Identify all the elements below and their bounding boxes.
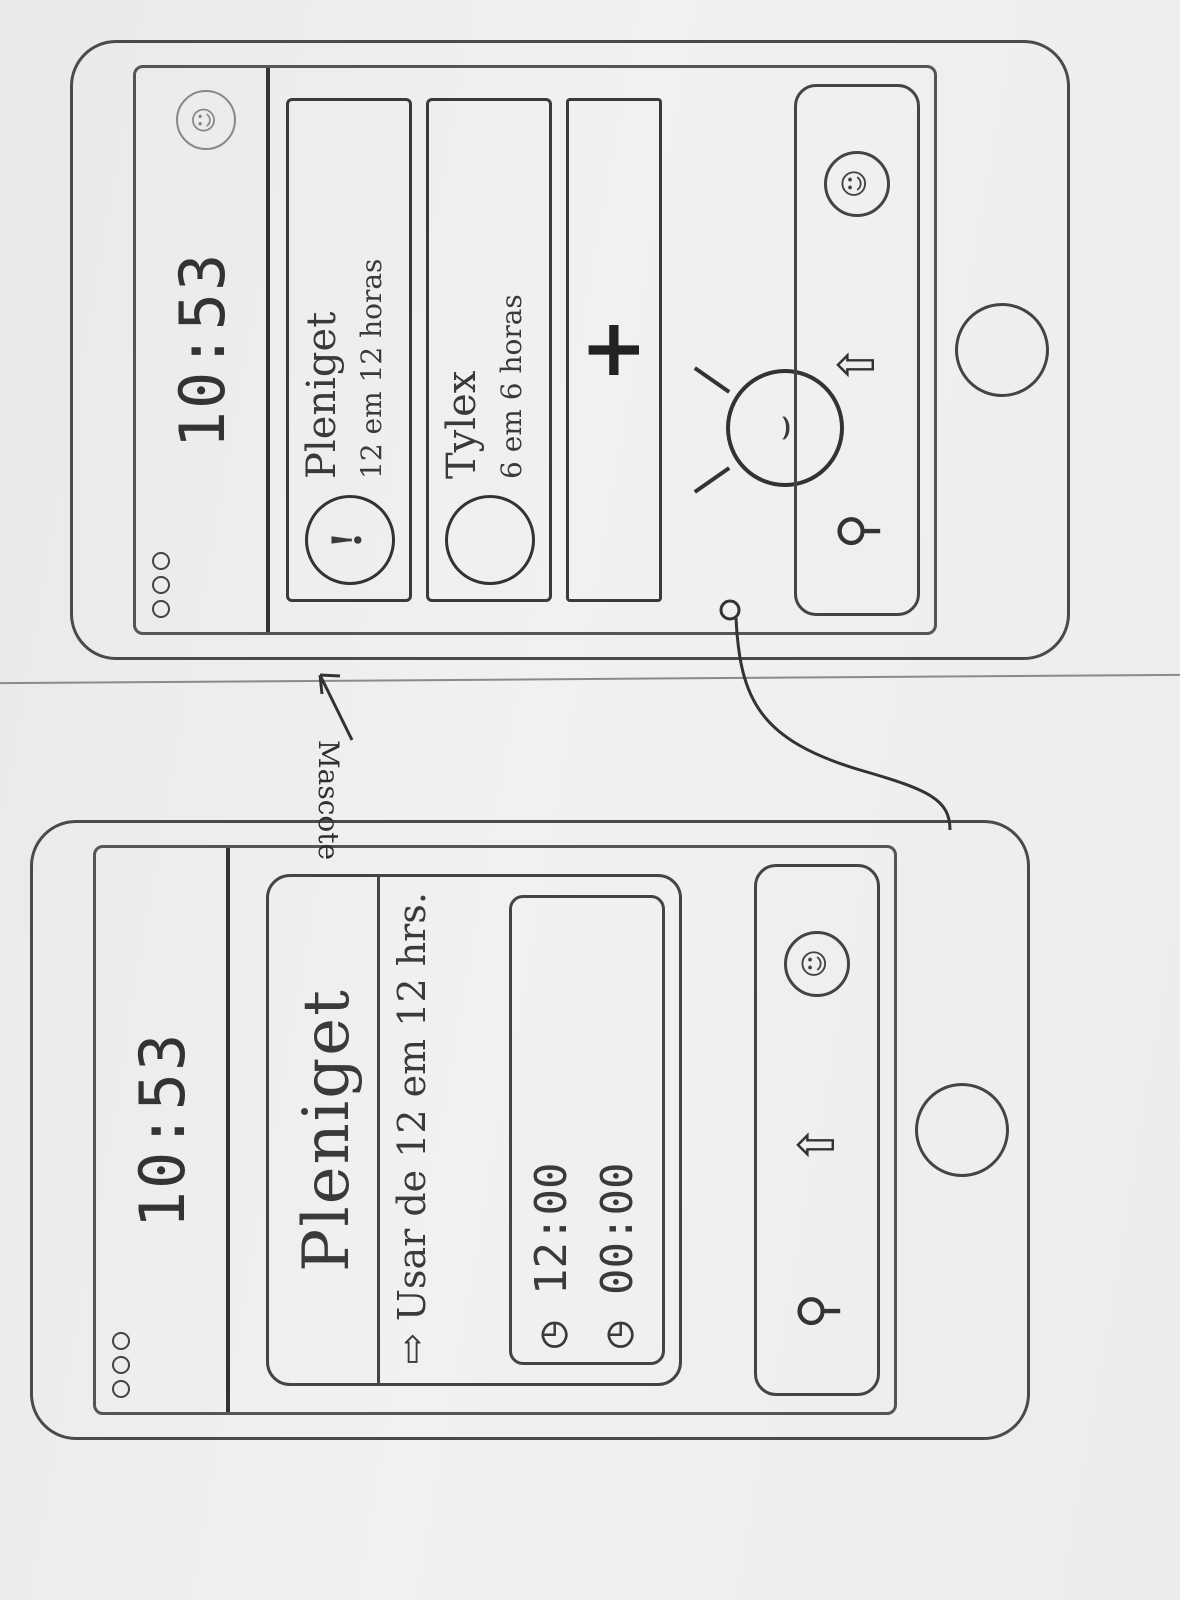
flow-connector xyxy=(318,599,952,831)
mascot-annotation: Mascote xyxy=(312,740,345,861)
